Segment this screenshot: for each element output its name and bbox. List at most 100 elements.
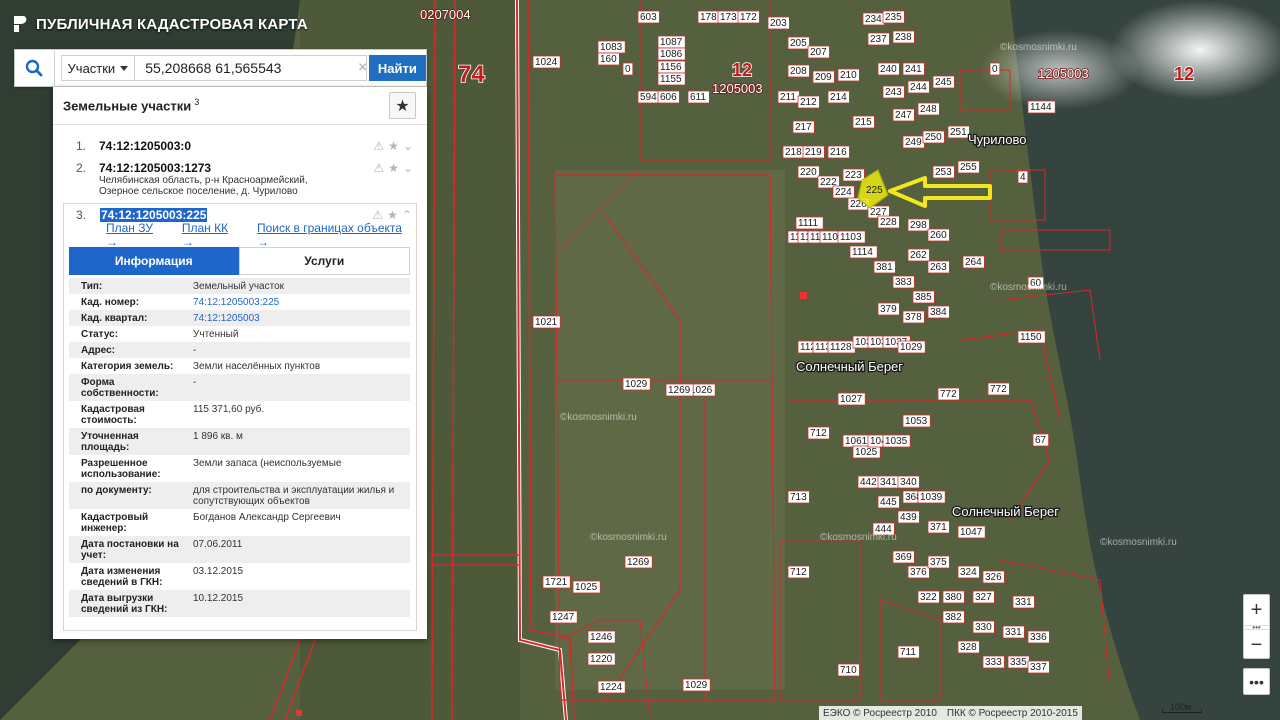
plot-number: 67	[1035, 435, 1047, 446]
plot-number: 1150	[1020, 332, 1042, 343]
plot-number: 336	[1030, 632, 1047, 643]
result-header[interactable]: 3. 74:12:1205003:225 ⚠ ★ ⌃	[64, 204, 416, 226]
chevron-down-icon[interactable]: ⌄	[403, 161, 413, 175]
info-row: Адрес: -	[69, 342, 410, 358]
result-actions: ⚠ ★ ⌄	[373, 139, 413, 153]
info-row: Дата изменения сведений в ГКН: 03.12.2015	[69, 563, 410, 590]
plot-number: 594	[640, 92, 657, 103]
plot-number: 382	[945, 612, 962, 623]
info-key: Кадастровая стоимость:	[81, 404, 145, 426]
search-type-select[interactable]: Участки	[60, 55, 136, 81]
plot-number: 1721	[545, 577, 568, 588]
info-key: Тип:	[81, 281, 103, 292]
info-row: Категория земель: Земли населённых пункто…	[69, 358, 410, 374]
zoom-out-button[interactable]: −	[1244, 630, 1269, 660]
find-button[interactable]: Найти	[368, 55, 426, 81]
plot-number: 224	[835, 187, 852, 198]
info-key: Категория земель:	[81, 361, 174, 372]
info-key: Форма собственности:	[81, 377, 159, 399]
result-item[interactable]: 2. 74:12:1205003:1273 Челябинская област…	[53, 161, 427, 203]
plot-number: 1025	[855, 447, 878, 458]
result-index: 2.	[76, 161, 87, 175]
plot-number: 243	[885, 87, 902, 98]
result-actions: ⚠ ★ ⌃	[372, 208, 412, 222]
plot-number: 326	[985, 572, 1002, 583]
plot-number: 1269	[668, 385, 691, 396]
chevron-down-icon[interactable]: ⌄	[403, 139, 413, 153]
star-icon[interactable]: ★	[388, 161, 399, 175]
plot-number: 327	[975, 592, 992, 603]
plot-number: 223	[845, 170, 862, 181]
attribution: ЕЭКО © Росреестр 2010 ПКК © Росреестр 20…	[819, 706, 1082, 720]
plot-number: 203	[770, 18, 787, 29]
plot-number: 209	[815, 72, 832, 83]
plot-number: 0	[625, 64, 631, 75]
plot-number: 606	[660, 92, 677, 103]
plot-number: 264	[965, 257, 982, 268]
search-input[interactable]	[135, 55, 367, 81]
watermark: ©kosmosnimki.ru	[590, 532, 667, 543]
place-label-churilovo: Чурилово	[968, 132, 1026, 147]
info-tabs: Информация Услуги	[69, 247, 410, 275]
plot-number: 218	[785, 147, 802, 158]
plot-number: 713	[790, 492, 807, 503]
tab-information[interactable]: Информация	[69, 247, 239, 275]
plot-number: 611	[690, 92, 706, 103]
favorites-button[interactable]: ★	[389, 92, 416, 119]
warning-icon[interactable]: ⚠	[372, 208, 383, 222]
plot-number: 237	[870, 34, 887, 45]
info-row: Разрешенное использование: Земли запаса (…	[69, 455, 410, 482]
attribution-eeko[interactable]: ЕЭКО © Росреестр 2010	[823, 708, 937, 719]
clear-icon[interactable]: ×	[358, 60, 367, 76]
info-key: Уточненная площадь:	[81, 431, 139, 453]
plot-number: 1111	[798, 218, 818, 229]
plot-number: 442	[860, 477, 877, 488]
plot-number: 4	[1020, 172, 1026, 183]
plot-number: 1083	[600, 42, 623, 53]
plot-number: 241	[905, 64, 922, 75]
plot-number: 378	[905, 312, 922, 323]
tab-services[interactable]: Услуги	[238, 247, 410, 275]
scale-bar	[1162, 709, 1202, 713]
plot-number: 262	[910, 250, 927, 261]
result-item[interactable]: 1. 74:12:1205003:0 ⚠ ★ ⌄	[53, 139, 427, 161]
info-value[interactable]: 74:12:1205003	[181, 310, 410, 326]
plot-number: 211	[780, 92, 796, 103]
plot-number: 341	[880, 477, 897, 488]
watermark: ©kosmosnimki.ru	[560, 412, 637, 423]
quarter-label: 1205003	[1038, 66, 1089, 81]
zoom-in-button[interactable]: +	[1244, 595, 1269, 625]
result-links: План ЗУ → План КК → Поиск в границах объ…	[64, 221, 416, 249]
search-type-label: Участки	[67, 60, 116, 76]
plot-number: 324	[960, 567, 977, 578]
star-icon[interactable]: ★	[387, 208, 398, 222]
plot-number: 1114	[852, 247, 873, 258]
search-icon[interactable]	[15, 50, 55, 86]
warning-icon[interactable]: ⚠	[373, 161, 384, 175]
info-value: 1 896 кв. м	[193, 431, 243, 442]
plot-number: 1035	[885, 436, 908, 447]
quarter-label: 1205003	[712, 81, 763, 96]
result-index: 3.	[76, 208, 87, 222]
app-header: ПУБЛИЧНАЯ КАДАСТРОВАЯ КАРТА	[12, 14, 308, 34]
plot-number: 712	[810, 428, 827, 439]
result-cad-number[interactable]: 74:12:1205003:0	[99, 139, 191, 153]
plot-number: 375	[930, 557, 947, 568]
plot-number: 1061	[845, 436, 868, 447]
plot-number: 385	[915, 292, 932, 303]
result-cad-number[interactable]: 74:12:1205003:225	[100, 208, 208, 222]
warning-icon[interactable]: ⚠	[373, 139, 384, 153]
info-value[interactable]: 74:12:1205003:225	[181, 294, 410, 310]
info-key: Кадастровый инженер:	[81, 512, 149, 534]
watermark: ©kosmosnimki.ru	[990, 282, 1067, 293]
result-address: Челябинская область, р-н Красноармейский…	[99, 175, 308, 186]
plot-number: 247	[895, 110, 912, 121]
star-icon[interactable]: ★	[388, 139, 399, 153]
result-index: 1.	[76, 139, 87, 153]
plot-number: 376	[910, 567, 927, 578]
plot-number: 235	[885, 12, 902, 23]
chevron-up-icon[interactable]: ⌃	[402, 208, 412, 222]
more-options-button[interactable]: •••	[1243, 668, 1270, 695]
attribution-pkk[interactable]: ПКК © Росреестр 2010-2015	[947, 708, 1078, 719]
plot-number: 1021	[535, 317, 558, 328]
